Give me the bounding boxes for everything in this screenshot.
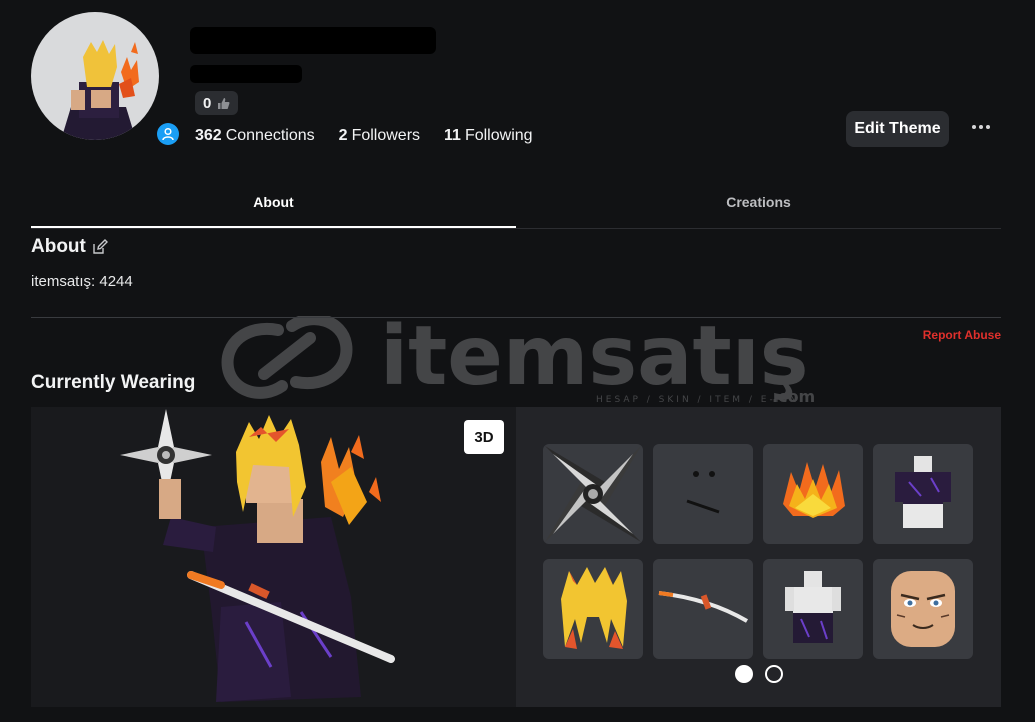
- edit-pencil-icon[interactable]: [92, 239, 108, 255]
- following-count: 11: [444, 127, 461, 144]
- tab-about[interactable]: About: [31, 188, 516, 228]
- shirt-item[interactable]: [873, 444, 973, 544]
- flame-hair-icon: [783, 462, 845, 518]
- avatar-figure-icon: [61, 40, 139, 140]
- connections-stat[interactable]: 362 Connections: [195, 127, 315, 145]
- following-label: Following: [464, 127, 533, 144]
- page-dot-2[interactable]: [765, 665, 783, 683]
- followers-count: 2: [338, 127, 348, 144]
- likes-count: 0: [203, 94, 212, 112]
- pants-icon: [785, 571, 841, 643]
- following-stat[interactable]: 11 Following: [444, 127, 533, 145]
- shuriken-icon: [545, 446, 641, 542]
- svg-text:.com: .com: [772, 387, 815, 406]
- username-redacted: [190, 65, 302, 83]
- face-icon: [686, 471, 720, 514]
- avatar: [31, 12, 159, 140]
- edit-theme-button[interactable]: Edit Theme: [846, 111, 949, 147]
- flame-hair-item[interactable]: [763, 444, 863, 544]
- blonde-hair-icon: [561, 567, 627, 649]
- followers-label: Followers: [351, 127, 421, 144]
- toggle-3d-button[interactable]: 3D: [464, 420, 504, 454]
- tab-creations[interactable]: Creations: [516, 188, 1001, 228]
- followers-stat[interactable]: 2 Followers: [339, 127, 420, 145]
- profile-stats: 362 Connections 2 Followers 11 Following: [195, 127, 533, 145]
- about-description: itemsatış: 4244: [31, 273, 133, 290]
- blonde-hair-item[interactable]: [543, 559, 643, 659]
- svg-text:itemsatış: itemsatış: [380, 316, 809, 404]
- profile-tabs: About Creations: [31, 188, 1001, 229]
- face-item[interactable]: [653, 444, 753, 544]
- user-icon: [162, 127, 174, 141]
- more-options-icon[interactable]: [966, 117, 996, 137]
- about-heading: About: [31, 236, 108, 258]
- head-item[interactable]: [873, 559, 973, 659]
- page-dot-1[interactable]: [735, 665, 753, 683]
- katana-item[interactable]: [653, 559, 753, 659]
- shuriken-item[interactable]: [543, 444, 643, 544]
- about-title: About: [31, 236, 86, 257]
- connections-count: 362: [195, 127, 222, 144]
- pants-item[interactable]: [763, 559, 863, 659]
- connections-label: Connections: [225, 127, 315, 144]
- report-abuse-link[interactable]: Report Abuse: [923, 328, 1001, 342]
- likes-badge[interactable]: 0: [195, 91, 239, 115]
- presence-badge: [154, 120, 182, 148]
- pagination-dots: [735, 665, 783, 683]
- shirt-icon: [895, 456, 951, 528]
- divider: [31, 317, 1001, 318]
- katana-icon: [658, 591, 749, 623]
- avatar-preview[interactable]: [31, 407, 516, 707]
- currently-wearing-title: Currently Wearing: [31, 372, 196, 393]
- display-name-redacted: [190, 27, 436, 54]
- avatar-render-icon: [120, 409, 395, 702]
- thumbs-up-icon: [218, 97, 230, 109]
- wearing-items-grid: [543, 444, 973, 659]
- svg-text:HESAP / SKIN / ITEM / E-PIN: HESAP / SKIN / ITEM / E-PIN: [596, 395, 800, 405]
- watermark-logo: itemsatış HESAP / SKIN / ITEM / E-PIN .c…: [221, 316, 815, 406]
- head-icon: [891, 571, 955, 647]
- profile-avatar[interactable]: [31, 12, 182, 148]
